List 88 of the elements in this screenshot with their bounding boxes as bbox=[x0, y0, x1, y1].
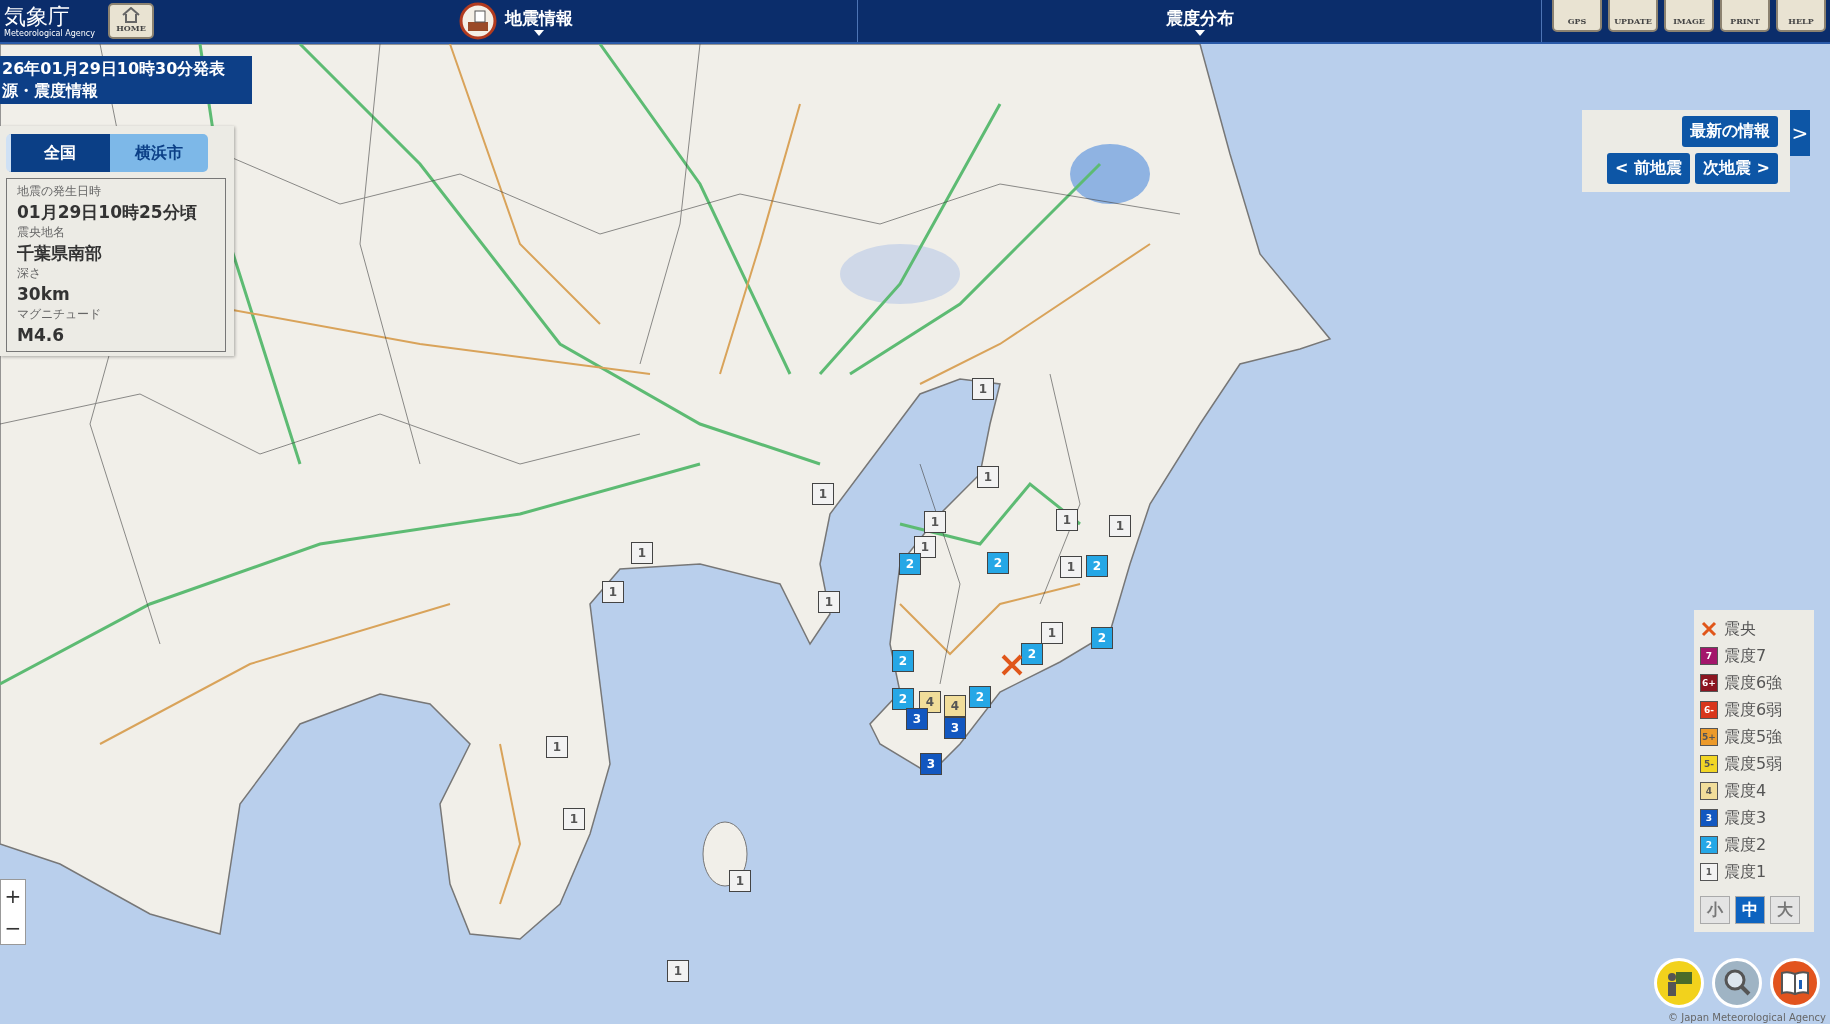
intensity-swatch: 4 bbox=[1700, 782, 1718, 800]
intensity-marker: 4 bbox=[944, 695, 966, 717]
intensity-swatch: 6+ bbox=[1700, 674, 1718, 692]
earthquake-info-menu[interactable]: 地震情報 bbox=[504, 6, 573, 36]
house-icon bbox=[121, 7, 141, 23]
legend-label: 震度5弱 bbox=[1724, 753, 1783, 775]
legend-label: 震度7 bbox=[1724, 645, 1767, 667]
intensity-marker: 1 bbox=[667, 960, 689, 982]
magnifier-icon bbox=[1722, 968, 1752, 998]
legend-label: 震度6弱 bbox=[1724, 699, 1783, 721]
breadcrumb-tab[interactable]: 全国 bbox=[6, 134, 110, 172]
intensity-marker: 2 bbox=[1086, 555, 1108, 577]
caret-icon bbox=[1194, 29, 1205, 36]
toolbar-button[interactable]: GPS bbox=[1552, 0, 1602, 32]
size-button[interactable]: 中 bbox=[1735, 896, 1765, 924]
legend-label: 震度6強 bbox=[1724, 672, 1783, 694]
intensity-marker: 1 bbox=[602, 581, 624, 603]
intensity-marker: 1 bbox=[1056, 509, 1078, 531]
legend-label: 震度5強 bbox=[1724, 726, 1783, 748]
previous-quake-button[interactable]: < 前地震 bbox=[1607, 153, 1690, 184]
book-icon bbox=[1780, 970, 1810, 996]
intensity-marker: 1 bbox=[1060, 556, 1082, 578]
intensity-marker: 1 bbox=[1041, 622, 1063, 644]
intensity-swatch: 2 bbox=[1700, 836, 1718, 854]
agency-subtitle: Meteorological Agency bbox=[4, 28, 96, 38]
detail-label: 地震の発生日時 bbox=[17, 183, 102, 200]
intensity-marker: 2 bbox=[899, 553, 921, 575]
home-button[interactable]: HOME bbox=[108, 3, 154, 39]
detail-label: 震央地名 bbox=[17, 224, 66, 241]
intensity-swatch: 5+ bbox=[1700, 728, 1718, 746]
intensity-swatch: 7 bbox=[1700, 647, 1718, 665]
more-button[interactable] bbox=[1712, 958, 1762, 1008]
toolbar-button[interactable]: PRINT bbox=[1720, 0, 1770, 32]
intensity-swatch: 6- bbox=[1700, 701, 1718, 719]
intensity-swatch: 3 bbox=[1700, 809, 1718, 827]
breadcrumb-tab[interactable]: 横浜市 bbox=[109, 134, 208, 172]
report-time: 26年01月29日10時30分発表 bbox=[2, 58, 227, 80]
detail-value: M4.6 bbox=[17, 324, 66, 347]
intensity-marker: 1 bbox=[546, 736, 568, 758]
toolbar-button[interactable]: IMAGE bbox=[1664, 0, 1714, 32]
intensity-marker: 1 bbox=[729, 870, 751, 892]
legend-label: 震度2 bbox=[1724, 834, 1767, 856]
size-button[interactable]: 大 bbox=[1770, 896, 1800, 924]
caret-icon bbox=[533, 29, 544, 36]
latest-info-button[interactable]: 最新の情報 bbox=[1682, 116, 1778, 147]
intensity-marker: 1 bbox=[972, 378, 994, 400]
detail-value: 千葉県南部 bbox=[17, 242, 103, 265]
intensity-marker: 1 bbox=[818, 591, 840, 613]
intensity-marker: 1 bbox=[924, 511, 946, 533]
legend-label: 震度4 bbox=[1724, 780, 1767, 802]
intensity-marker: 1 bbox=[812, 483, 834, 505]
intensity-marker: 3 bbox=[920, 753, 942, 775]
intensity-marker: 1 bbox=[977, 466, 999, 488]
intensity-marker: 1 bbox=[1109, 515, 1131, 537]
detail-label: マグニチュード bbox=[17, 306, 102, 323]
toolbar-button[interactable]: HELP bbox=[1776, 0, 1826, 32]
intensity-swatch: 5- bbox=[1700, 755, 1718, 773]
seismograph-icon bbox=[458, 2, 497, 40]
intensity-marker: 2 bbox=[1091, 627, 1113, 649]
size-button[interactable]: 小 bbox=[1700, 896, 1730, 924]
intensity-map-menu[interactable]: 震度分布 bbox=[1165, 6, 1234, 36]
copyright-text: © Japan Meteorological Agency bbox=[1668, 1012, 1826, 1023]
intensity-marker: 1 bbox=[631, 542, 653, 564]
panel-toggle-button[interactable]: > bbox=[1790, 110, 1810, 156]
next-quake-button[interactable]: 次地震 > bbox=[1695, 153, 1778, 184]
legend-label: 震度3 bbox=[1724, 807, 1767, 829]
intensity-marker: 2 bbox=[892, 650, 914, 672]
intensity-marker: 4 bbox=[919, 691, 941, 713]
detail-value: 01月29日10時25分頃 bbox=[17, 201, 198, 224]
intensity-marker: 3 bbox=[944, 717, 966, 739]
legend-button[interactable] bbox=[1770, 958, 1820, 1008]
intensity-swatch: 1 bbox=[1700, 863, 1718, 881]
legend-label: 震央 bbox=[1724, 618, 1756, 640]
intensity-marker: 2 bbox=[987, 552, 1009, 574]
intensity-marker: 2 bbox=[969, 686, 991, 708]
guide-button[interactable] bbox=[1654, 958, 1704, 1008]
agency-logo: 気象庁 bbox=[4, 4, 71, 29]
intensity-marker: 3 bbox=[906, 708, 928, 730]
detail-value: 30km bbox=[17, 283, 71, 306]
intensity-marker: 2 bbox=[1021, 643, 1043, 665]
intensity-marker: 1 bbox=[914, 536, 936, 558]
intensity-marker: 1 bbox=[563, 808, 585, 830]
legend-label: 震度1 bbox=[1724, 861, 1767, 883]
toolbar-button[interactable]: UPDATE bbox=[1608, 0, 1658, 32]
detail-label: 深さ bbox=[17, 265, 42, 282]
intensity-marker: 2 bbox=[892, 688, 914, 710]
report-title: 源・震度情報 bbox=[2, 80, 99, 102]
epicenter-icon bbox=[1000, 653, 1024, 677]
